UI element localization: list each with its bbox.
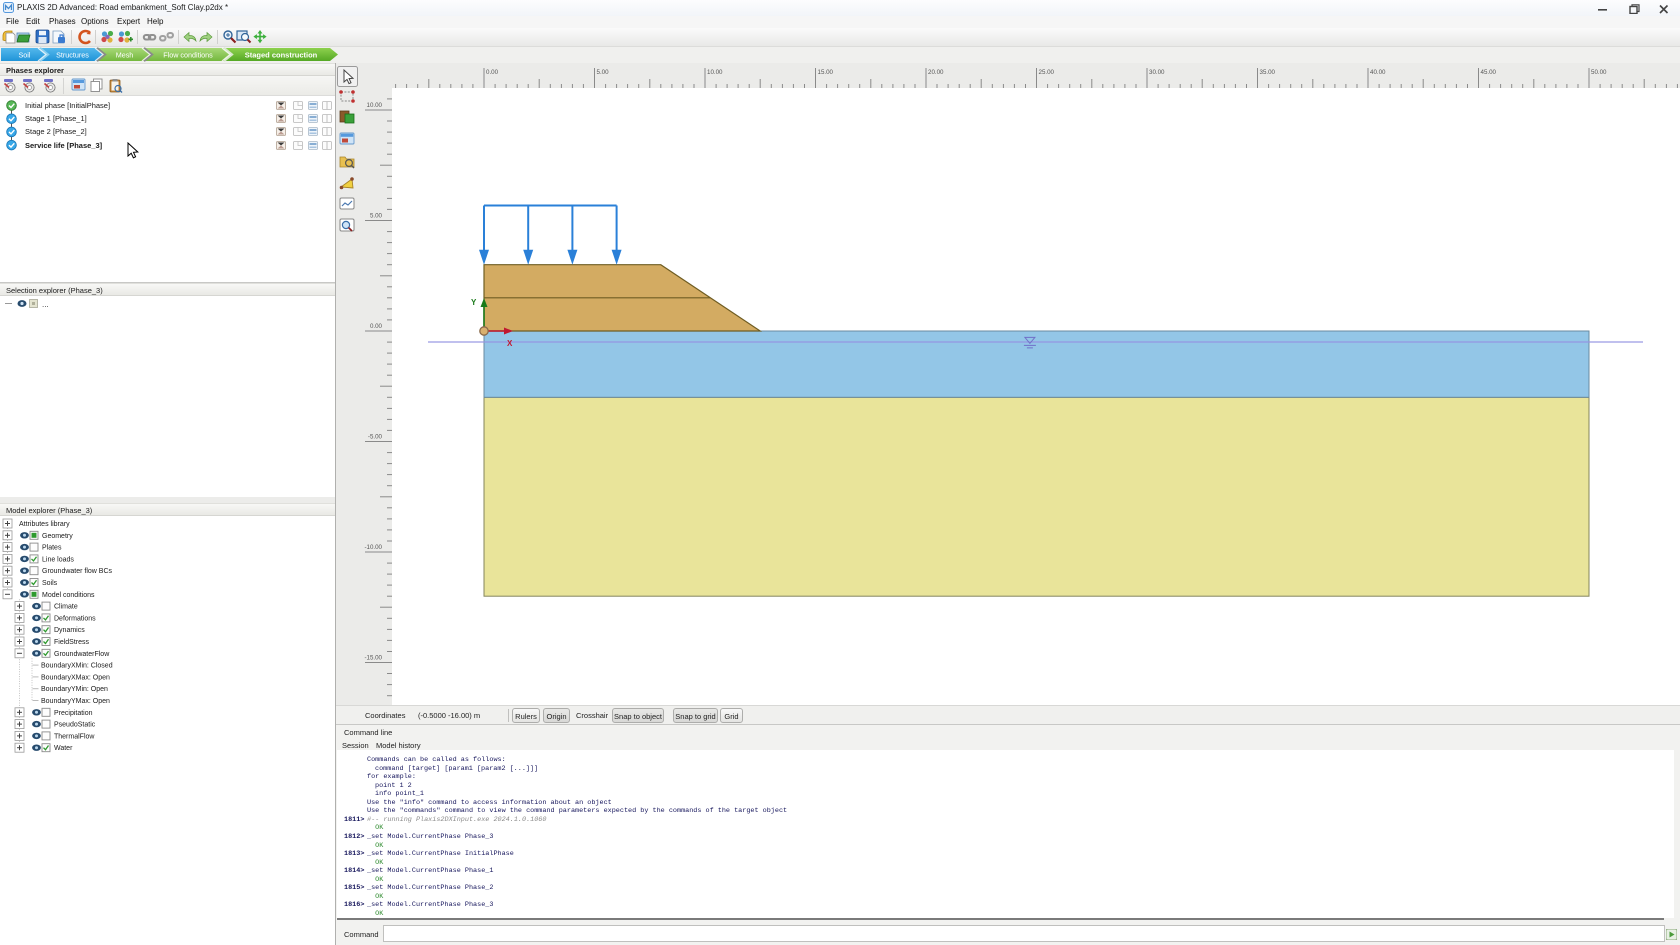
svg-text:BoundaryXMin: Closed: BoundaryXMin: Closed [41, 662, 113, 669]
svg-text:30.00: 30.00 [1149, 69, 1165, 76]
svg-text:-15.00: -15.00 [364, 655, 382, 662]
svg-text:Staged construction: Staged construction [245, 50, 318, 59]
svg-text:45.00: 45.00 [1481, 69, 1497, 76]
svg-text:GroundwaterFlow: GroundwaterFlow [54, 650, 110, 657]
svg-text:BoundaryXMax: Open: BoundaryXMax: Open [41, 674, 110, 681]
svg-text:35.00: 35.00 [1260, 69, 1276, 76]
svg-text:0.00: 0.00 [370, 323, 383, 330]
svg-text:Plates: Plates [42, 544, 62, 551]
svg-text:Soils: Soils [42, 580, 58, 587]
svg-text:5.00: 5.00 [597, 69, 610, 76]
svg-text:50.00: 50.00 [1591, 69, 1607, 76]
svg-text:Precipitation: Precipitation [54, 709, 93, 716]
svg-text:10.00: 10.00 [707, 69, 723, 76]
svg-text:Geometry: Geometry [42, 532, 73, 539]
svg-text:Y: Y [471, 298, 477, 307]
svg-text:-10.00: -10.00 [364, 544, 382, 551]
svg-text:Attributes library: Attributes library [19, 521, 70, 528]
svg-text:X: X [507, 339, 513, 348]
svg-text:Deformations: Deformations [54, 615, 96, 622]
svg-text:5.00: 5.00 [370, 213, 383, 220]
svg-text:ThermalFlow: ThermalFlow [54, 733, 95, 740]
svg-text:BoundaryYMax: Open: BoundaryYMax: Open [41, 698, 110, 705]
svg-text:Structures: Structures [56, 50, 89, 59]
svg-text:Model conditions: Model conditions [42, 591, 95, 598]
svg-text:10.00: 10.00 [367, 102, 383, 109]
svg-text:Mesh: Mesh [116, 50, 134, 59]
svg-text:20.00: 20.00 [928, 69, 944, 76]
svg-text:FieldStress: FieldStress [54, 639, 90, 646]
svg-text:Soil: Soil [19, 50, 31, 59]
svg-text:Line loads: Line loads [42, 556, 74, 563]
svg-text:0.00: 0.00 [486, 69, 499, 76]
svg-text:-5.00: -5.00 [368, 434, 383, 441]
svg-text:Dynamics: Dynamics [54, 627, 85, 634]
svg-text:...: ... [42, 300, 49, 309]
svg-text:PseudoStatic: PseudoStatic [54, 721, 96, 728]
svg-text:40.00: 40.00 [1370, 69, 1386, 76]
svg-text:Climate: Climate [54, 603, 78, 610]
svg-text:Groundwater flow BCs: Groundwater flow BCs [42, 568, 113, 575]
svg-text:15.00: 15.00 [818, 69, 834, 76]
svg-text:25.00: 25.00 [1039, 69, 1055, 76]
svg-text:Flow conditions: Flow conditions [163, 50, 213, 59]
svg-text:BoundaryYMin: Open: BoundaryYMin: Open [41, 686, 108, 693]
svg-text:Water: Water [54, 745, 73, 752]
